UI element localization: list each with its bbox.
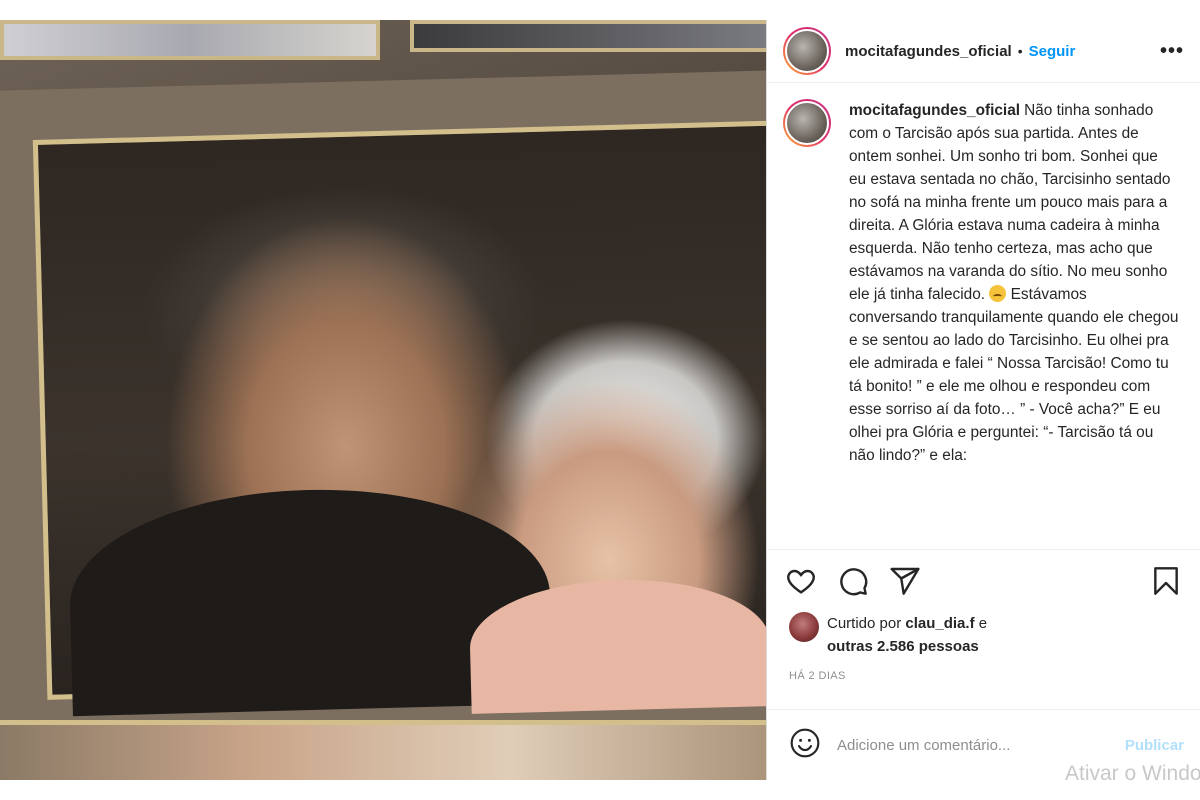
likes-summary: Curtido por clau_dia.f e outras 2.586 pe…: [767, 612, 1200, 664]
likes-count-link[interactable]: outras 2.586 pessoas: [827, 638, 979, 655]
photo-frame-top-right: [410, 20, 766, 52]
likes-prefix: Curtido por: [827, 615, 906, 632]
author-avatar[interactable]: [783, 27, 831, 75]
windows-activation-watermark: Ativar o Windows: [1065, 762, 1200, 785]
author-username[interactable]: mocitafagundes_oficial: [845, 43, 1012, 60]
comment-button[interactable]: [837, 565, 869, 597]
comment-input[interactable]: [837, 736, 1087, 754]
emoji-picker-button[interactable]: [789, 727, 821, 764]
heart-icon: [787, 569, 815, 594]
post-header: mocitafagundes_oficial • Seguir •••: [767, 20, 1200, 83]
publish-button[interactable]: Publicar: [1125, 737, 1184, 754]
header-separator: •: [1017, 43, 1023, 59]
comment-icon: [840, 568, 868, 596]
post-photo[interactable]: [0, 20, 766, 780]
caption-author-avatar[interactable]: [783, 99, 831, 147]
follow-button[interactable]: Seguir: [1029, 43, 1076, 60]
post-side-panel: mocitafagundes_oficial • Seguir ••• moci…: [766, 20, 1200, 780]
more-options-icon[interactable]: •••: [1160, 40, 1184, 63]
caption-text: mocitafagundes_oficial Não tinha sonhado …: [849, 99, 1179, 467]
caption-area: mocitafagundes_oficial Não tinha sonhado …: [767, 83, 1200, 550]
liker-username[interactable]: clau_dia.f: [905, 615, 974, 632]
caption-username[interactable]: mocitafagundes_oficial: [849, 102, 1020, 119]
action-bar: [767, 550, 1200, 612]
bookmark-icon: [1154, 567, 1178, 595]
share-icon: [890, 567, 920, 595]
liker-avatar[interactable]: [789, 612, 819, 642]
caption-body: Não tinha sonhado com o Tarcisão após su…: [849, 102, 1171, 303]
likes-text: Curtido por clau_dia.f e outras 2.586 pe…: [827, 612, 987, 658]
share-button[interactable]: [889, 565, 921, 597]
post-timestamp[interactable]: HÁ 2 DIAS: [767, 664, 1200, 710]
save-button[interactable]: [1150, 565, 1182, 597]
photo-frame-top-left: [0, 20, 380, 60]
likes-middle: e: [974, 615, 988, 632]
sad-face-emoji-icon: [989, 285, 1007, 302]
like-button[interactable]: [785, 565, 817, 597]
photo-frame-bottom: [0, 720, 766, 780]
smiley-icon: [790, 728, 820, 757]
caption-body-continued: Estávamos conversando tranquilamente qua…: [849, 286, 1179, 464]
